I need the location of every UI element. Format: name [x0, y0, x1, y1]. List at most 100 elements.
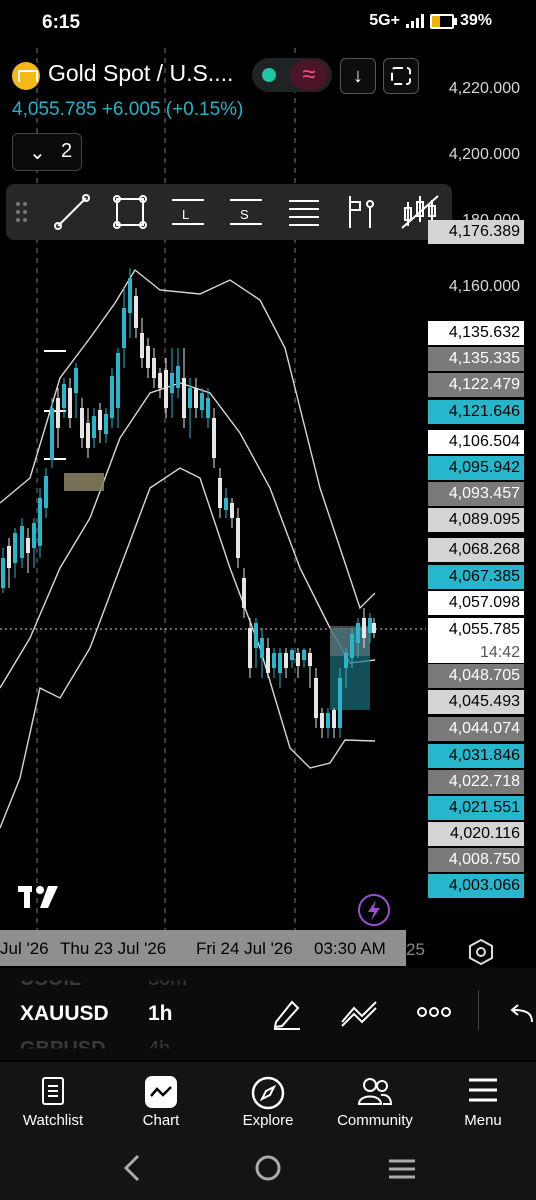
- symbol-title[interactable]: Gold Spot / U.S....: [48, 60, 233, 87]
- trend-line-icon[interactable]: [52, 192, 92, 232]
- price-tag: 14:42: [428, 641, 524, 663]
- candle-body: [314, 678, 318, 718]
- price-tag: 4,020.116: [428, 822, 524, 846]
- price-tag: 4,122.479: [428, 373, 524, 397]
- price-range-icon[interactable]: [342, 192, 382, 232]
- price-tag: 4,031.846: [428, 744, 524, 768]
- candle-body: [284, 653, 288, 668]
- recents-icon[interactable]: [388, 1158, 416, 1180]
- arrow-down-icon[interactable]: ↓: [340, 58, 376, 94]
- candle-body: [56, 398, 60, 428]
- pencil-icon[interactable]: [270, 996, 304, 1030]
- compass-icon: [251, 1076, 285, 1110]
- status-bar: 6:15 5G+ 39%: [0, 0, 536, 48]
- price-summary: 4,055.785 +6.005 (+0.15%): [12, 99, 243, 121]
- home-icon[interactable]: [254, 1154, 282, 1182]
- time-label: Thu 23 Jul '26: [60, 939, 167, 958]
- candle-body: [230, 503, 234, 518]
- price-tag: 4,106.504: [428, 430, 524, 454]
- time-label: 03:30 AM: [314, 939, 386, 958]
- axis-tick: 4,200.000: [448, 146, 520, 163]
- nav-menu[interactable]: Menu: [433, 1076, 533, 1129]
- price-tag: 4,044.074: [428, 717, 524, 741]
- candle-body: [122, 308, 126, 348]
- candle-body: [182, 378, 186, 418]
- price-tag: 4,048.705: [428, 664, 524, 688]
- more-icon[interactable]: [416, 1004, 452, 1020]
- candle-body: [212, 418, 216, 458]
- price-tag: 4,089.095: [428, 508, 524, 532]
- tradingview-logo: [18, 886, 58, 908]
- bottom-navigation: Watchlist Chart Explore Community Menu: [0, 1062, 536, 1200]
- watchlist-icon: [42, 1077, 64, 1105]
- candle-body: [272, 653, 276, 668]
- symbol-panel: USOIL 30m XAUUSD 1h GBPUSD 4h: [0, 968, 536, 1060]
- active-symbol[interactable]: XAUUSD: [20, 1002, 109, 1026]
- ghost-timeframe: 4h: [148, 1038, 171, 1060]
- candle-body: [13, 533, 17, 563]
- candle-body: [296, 653, 300, 666]
- drag-handle-icon[interactable]: [12, 192, 32, 232]
- svg-text:L: L: [182, 207, 189, 222]
- undo-icon[interactable]: [506, 1002, 536, 1024]
- candle-body: [1, 558, 5, 588]
- price-tag: 4,021.551: [428, 796, 524, 820]
- layers-button[interactable]: ⌄ 2: [12, 133, 82, 171]
- candle-body: [32, 523, 36, 548]
- candle-body: [278, 653, 282, 673]
- fullscreen-icon[interactable]: [383, 58, 419, 94]
- status-indicators: 5G+ 39%: [369, 12, 492, 30]
- candle-body: [254, 623, 258, 648]
- drawing-tools-icon[interactable]: [340, 998, 380, 1028]
- signal-icon: [405, 14, 424, 28]
- drawing-toolbar: L S: [6, 184, 452, 240]
- nav-watchlist[interactable]: Watchlist: [3, 1076, 103, 1129]
- nav-chart[interactable]: Chart: [111, 1076, 211, 1129]
- candle-body: [38, 498, 42, 546]
- candle-body: [128, 278, 132, 313]
- candle-body: [140, 333, 144, 358]
- candle-body: [372, 623, 376, 633]
- indicator-badges[interactable]: ≈: [252, 58, 332, 92]
- nav-explore[interactable]: Explore: [218, 1076, 318, 1129]
- candle-body: [338, 678, 342, 728]
- network-label: 5G+: [369, 12, 400, 29]
- bollinger-middle: [0, 382, 376, 689]
- axis-tick: 4,160.000: [448, 278, 520, 295]
- candle-body: [170, 373, 174, 393]
- level-box: [64, 473, 104, 491]
- candle-body: [344, 653, 348, 668]
- price-tag: 4,003.066: [428, 874, 524, 898]
- horizontal-lines-icon[interactable]: [286, 192, 326, 232]
- bollinger-lower: [0, 467, 376, 829]
- candle-body: [68, 388, 72, 418]
- candlestick-series: [1, 268, 376, 738]
- candle-body: [44, 476, 48, 508]
- short-position-icon[interactable]: S: [226, 192, 266, 232]
- candle-body: [224, 498, 228, 510]
- gold-symbol-icon: [12, 62, 40, 90]
- nav-label: Chart: [142, 1112, 180, 1129]
- time-axis[interactable]: Jul '26 Thu 23 Jul '26 Fri 24 Jul '26 03…: [0, 930, 406, 966]
- nav-label: Menu: [464, 1112, 502, 1129]
- price-tag: 4,135.335: [428, 347, 524, 371]
- layer-count: 2: [61, 140, 73, 162]
- settings-hex-icon[interactable]: [468, 938, 494, 966]
- candle-body: [350, 634, 354, 658]
- time-label-next: 25: [406, 940, 425, 959]
- price-tag: 4,057.098: [428, 591, 524, 615]
- live-dot-icon: [262, 68, 276, 82]
- candle-body: [200, 393, 204, 410]
- nav-community[interactable]: Community: [325, 1076, 425, 1129]
- active-timeframe[interactable]: 1h: [148, 1002, 173, 1026]
- candle-body: [146, 346, 150, 368]
- candle-body: [290, 650, 294, 660]
- long-position-icon[interactable]: L: [168, 192, 208, 232]
- rectangle-icon[interactable]: [110, 192, 150, 232]
- candle-body: [206, 398, 210, 418]
- wave-icon[interactable]: ≈: [290, 60, 328, 90]
- price-tag: 4,095.942: [428, 456, 524, 480]
- candle-body: [260, 638, 264, 658]
- price-tag: 4,121.646: [428, 400, 524, 424]
- back-icon[interactable]: [122, 1154, 142, 1182]
